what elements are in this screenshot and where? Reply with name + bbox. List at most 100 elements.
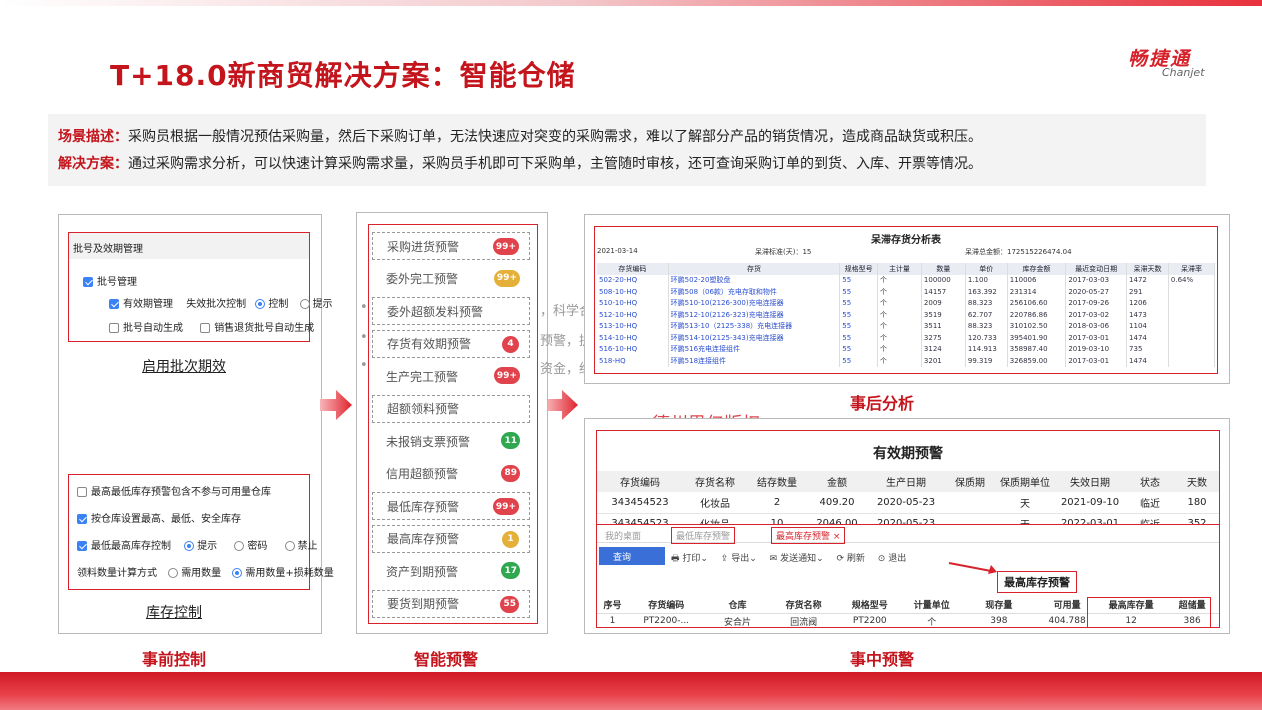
column-header[interactable]: 生产日期 <box>867 471 945 492</box>
batch-mgmt-checkbox[interactable] <box>83 277 93 287</box>
tab-max-stock[interactable]: 最高库存预警 × <box>771 527 846 544</box>
column-header[interactable]: 呆滞天数 <box>1126 263 1169 275</box>
opt3-prompt-radio[interactable] <box>184 541 195 551</box>
alert-item[interactable]: 存货有效期预警 4 <box>372 329 530 358</box>
column-header[interactable]: 主计量 <box>877 263 922 275</box>
alert-count-badge: 4 <box>502 335 519 353</box>
opt4-a-radio[interactable] <box>168 568 179 578</box>
expiry-checkbox[interactable] <box>109 299 119 309</box>
export-button[interactable]: 导出 <box>731 554 749 564</box>
table-row[interactable]: 512-10-HQ 环鹏512-10(2126-323)充电连接器 55 个 3519 6… <box>597 309 1216 321</box>
send-icon: ✉ <box>769 554 778 564</box>
prompt-radio[interactable] <box>299 299 310 309</box>
column-header[interactable]: 数量 <box>921 263 966 275</box>
column-header[interactable]: 状态 <box>1125 471 1175 492</box>
stock-opt2-row[interactable]: 按仓库设置最高、最低、安全库存 <box>77 510 241 525</box>
send-notice-button[interactable]: 发送通知 <box>780 554 816 564</box>
opt3-password-label: 密码 <box>247 541 268 552</box>
exit-button[interactable]: 退出 <box>888 554 906 564</box>
alert-item[interactable]: 生产完工预警 99+ <box>372 362 530 390</box>
alert-label: 最低库存预警 <box>387 499 460 514</box>
column-header[interactable]: 保质期 <box>945 471 995 492</box>
table-row[interactable]: 510-10-HQ 环鹏510-10(2126-300)充电连接器 55 个 2009 8… <box>597 297 1216 309</box>
stagnant-title: 呆滞存货分析表 <box>871 235 941 246</box>
column-header[interactable]: 序号 <box>597 597 628 613</box>
alert-item[interactable]: 最低库存预警 99+ <box>372 492 530 520</box>
alert-item[interactable]: 采购进货预警 99+ <box>372 232 530 260</box>
autogen-checkbox[interactable] <box>109 323 119 333</box>
column-header[interactable]: 存货编码 <box>597 471 683 492</box>
table-cell: 3124 <box>921 343 966 355</box>
column-header[interactable]: 库存金额 <box>1007 263 1067 275</box>
stock-opt1-checkbox[interactable] <box>77 487 87 497</box>
opt3-prompt-label: 提示 <box>197 541 218 552</box>
column-header[interactable]: 存货编码 <box>597 263 669 275</box>
table-cell <box>1168 343 1216 355</box>
column-header[interactable]: 单价 <box>965 263 1008 275</box>
refresh-button[interactable]: 刷新 <box>847 554 865 564</box>
table-cell: 环鹏502-20塑胶盘 <box>668 274 841 286</box>
control-radio[interactable] <box>255 299 266 309</box>
batch-mgmt-row[interactable]: 批号管理 <box>83 273 137 288</box>
column-header[interactable]: 失效日期 <box>1055 471 1125 492</box>
table-cell: 510-10-HQ <box>597 297 669 309</box>
column-header[interactable]: 存货名称 <box>771 597 837 613</box>
column-header[interactable]: 呆滞率 <box>1168 263 1216 275</box>
table-row[interactable]: 516-10-HQ 环鹏516充电连接组件 55 个 3124 114.913 358987… <box>597 343 1216 355</box>
stagnant-date: 2021-03-14 <box>597 247 638 255</box>
alert-item[interactable]: 资产到期预警 17 <box>372 557 530 585</box>
column-header[interactable]: 规格型号 <box>839 263 878 275</box>
query-button[interactable]: 查询 <box>599 547 665 565</box>
column-header[interactable]: 存货编码 <box>628 597 704 613</box>
table-cell: 100000 <box>921 274 966 286</box>
alert-item[interactable]: 委外超额发料预警 <box>372 297 530 325</box>
opt3-password-radio[interactable] <box>234 541 245 551</box>
column-header[interactable]: 存货名称 <box>683 471 747 492</box>
table-cell: 2017-03-03 <box>1065 274 1128 286</box>
column-header[interactable]: 现存量 <box>961 597 1037 613</box>
tab-min-stock[interactable]: 最低库存预警 <box>671 527 736 544</box>
table-row[interactable]: 518-HQ 环鹏518连接组件 55 个 3201 99.319 326859.00 201… <box>597 355 1216 367</box>
alert-item[interactable]: 超额领料预警 <box>372 394 530 423</box>
opt3-forbid-radio[interactable] <box>284 541 295 551</box>
column-header[interactable]: 保质期单位 <box>995 471 1055 492</box>
table-row[interactable]: 514-10-HQ 环鹏514-10(2125-343)充电连接器 55 个 3275 1… <box>597 332 1216 344</box>
print-icon: 🖶 <box>671 554 680 564</box>
stagnant-total: 呆滞总金额：172515226474.04 <box>965 247 1072 257</box>
opt3-forbid-label: 禁止 <box>297 541 318 552</box>
column-header[interactable]: 存货 <box>668 263 841 275</box>
alert-item[interactable]: 委外完工预警 99+ <box>372 265 530 293</box>
table-cell: 55 <box>839 343 878 355</box>
column-header[interactable]: 金额 <box>807 471 867 492</box>
column-header[interactable]: 结存数量 <box>747 471 807 492</box>
table-row[interactable]: 513-10-HQ 环鹏513-10（2125-338）充电连接器 55 个 3511 8… <box>597 320 1216 332</box>
column-header[interactable]: 计量单位 <box>903 597 961 613</box>
alert-item[interactable]: 未报销支票预警 11 <box>372 427 530 455</box>
table-cell: 310102.50 <box>1007 320 1067 332</box>
sales-return-checkbox[interactable] <box>200 323 211 333</box>
alert-item[interactable]: 信用超额预警 89 <box>372 460 530 488</box>
column-header[interactable]: 规格型号 <box>837 597 903 613</box>
alert-count-badge: 99+ <box>492 238 519 255</box>
stock-opt2-label: 按仓库设置最高、最低、安全库存 <box>91 514 241 525</box>
column-header[interactable]: 仓库 <box>704 597 770 613</box>
table-cell: 1473 <box>1126 309 1169 321</box>
alert-label: 信用超额预警 <box>386 467 459 481</box>
total-value: 172515226474.04 <box>1007 248 1072 256</box>
stock-opt1-row[interactable]: 最高最低库存预警包含不参与可用量仓库 <box>77 483 271 498</box>
alert-item[interactable]: 最高库存预警 1 <box>372 524 530 553</box>
alert-item[interactable]: 要货到期预警 55 <box>372 589 530 618</box>
table-cell <box>1168 320 1216 332</box>
opt4-b-radio[interactable] <box>232 568 243 578</box>
alert-count-badge: 99+ <box>492 498 519 515</box>
column-header[interactable]: 天数 <box>1175 471 1219 492</box>
table-row[interactable]: 343454523 化妆品 2 409.20 2020-05-23 天 2021-09-10… <box>597 492 1219 514</box>
table-cell: 2020-05-27 <box>1065 286 1128 298</box>
print-button[interactable]: 打印 <box>682 554 700 564</box>
column-header[interactable]: 最近变动日期 <box>1065 263 1128 275</box>
tab-desktop[interactable]: 我的桌面 <box>605 529 641 542</box>
table-row[interactable]: 508-10-HQ 环鹏508（06款）充电存取和物件 55 个 14157 163.39… <box>597 286 1216 298</box>
table-row[interactable]: 502-20-HQ 环鹏502-20塑胶盘 55 个 100000 1.100 110006… <box>597 274 1216 286</box>
stock-opt3-checkbox[interactable] <box>77 541 87 551</box>
stock-opt2-checkbox[interactable] <box>77 514 87 524</box>
